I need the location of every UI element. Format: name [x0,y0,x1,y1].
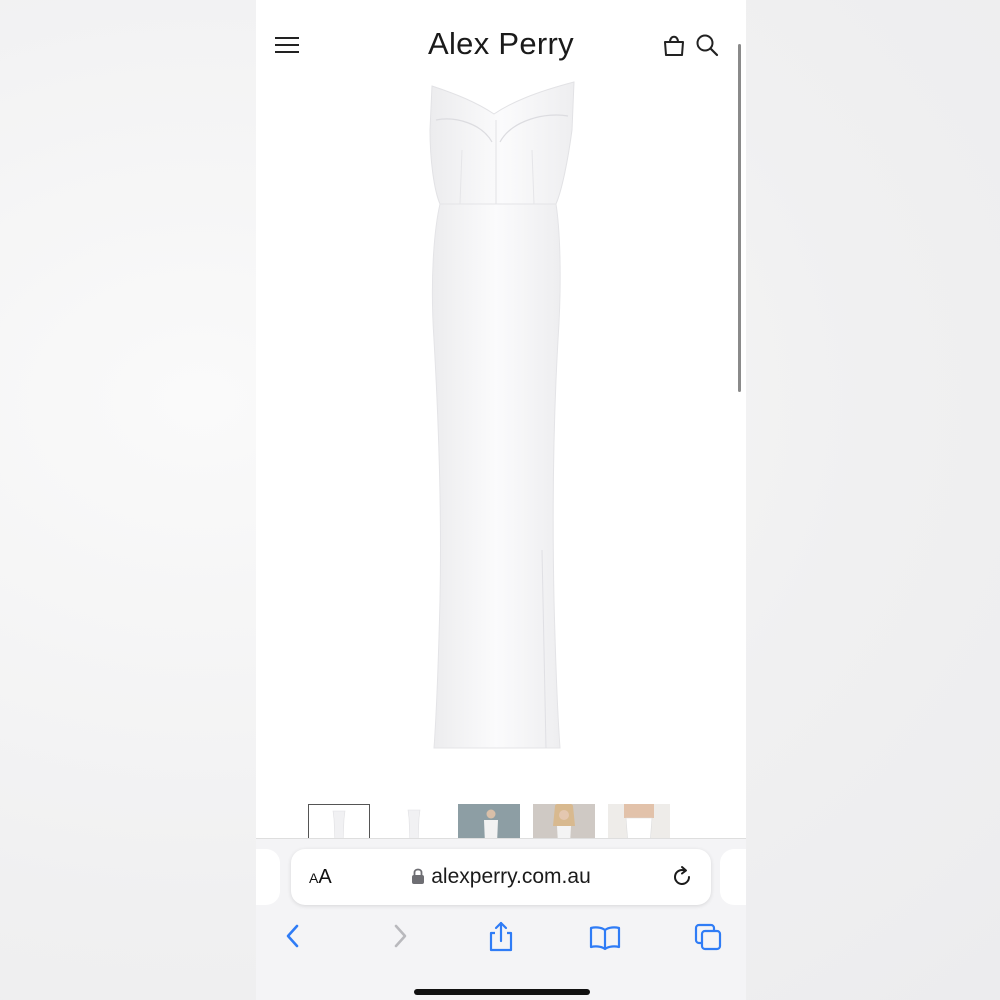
search-icon[interactable] [694,32,720,58]
reload-icon[interactable] [670,865,694,889]
back-icon[interactable] [276,919,312,955]
next-tab-preview[interactable] [720,849,746,905]
bookmarks-icon[interactable] [587,919,623,955]
home-indicator[interactable] [414,989,590,995]
url-text[interactable]: alexperry.com.au [431,865,591,888]
phone-screen: Alex Perry AA alexperry.com.au [256,0,746,1000]
previous-tab-preview[interactable] [256,849,280,905]
browser-bottom-bar: AA alexperry.com.au [256,838,746,1000]
address-bar[interactable]: AA alexperry.com.au [291,849,711,905]
shopping-bag-icon[interactable] [661,32,687,58]
url-container[interactable]: alexperry.com.au [291,865,711,889]
site-header: Alex Perry [256,0,746,88]
page-scrollbar[interactable] [738,44,741,392]
forward-icon[interactable] [381,919,417,955]
white-strapless-gown-image[interactable] [396,80,596,760]
tabs-icon[interactable] [690,919,726,955]
share-icon[interactable] [483,919,519,955]
browser-toolbar [256,919,746,959]
lock-icon [411,867,425,885]
